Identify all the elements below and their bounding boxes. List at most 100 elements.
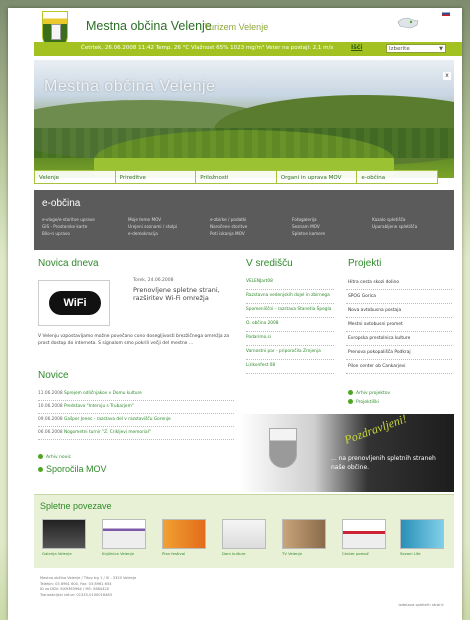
list-item[interactable]: Razstavna vedenjskih dojel in zbirnega	[246, 290, 334, 304]
footer: Mestna občina Velenje / Titov trg 1 / SI…	[34, 570, 454, 610]
page: Mestna občina Velenje Turizem Velenje Če…	[8, 8, 462, 620]
projects-link-label: Projektiški	[356, 400, 379, 405]
eobcina-link[interactable]: Urejeni seznami / stolpi	[128, 223, 177, 230]
news-item-link[interactable]: Nogometni turnir "Z. Crikljevi memorial"	[64, 430, 151, 435]
list-item[interactable]: Mestni avtobusni promet	[346, 318, 452, 332]
footer-credit[interactable]: Izdelava spletnih strani:	[399, 602, 444, 607]
spotlight-list: VELENJart08 Razstavna vedenjskih dojel i…	[246, 276, 334, 374]
link-caption[interactable]: Galerija Velenje	[42, 551, 92, 556]
list-item[interactable]: Spomeniščni - razstava Stanetia Špegla	[246, 304, 334, 318]
news-item-date: 11.06.2008	[38, 391, 63, 396]
link-caption[interactable]: Sezoni Life	[400, 551, 450, 556]
list-item[interactable]: Podarimo.si	[246, 332, 334, 346]
link-thumb-center[interactable]	[342, 519, 386, 549]
news-of-day-title: Novica dneva	[38, 258, 99, 269]
eobcina-link[interactable]: Poti iskanja MOV	[210, 230, 247, 237]
eobcina-panel: e-občina e-vloge/e-storitve uprave GIS -…	[34, 190, 454, 250]
mov-messages-link[interactable]: Sporočila MOV	[38, 464, 107, 474]
close-icon[interactable]: x	[443, 72, 451, 80]
projects-archive-link[interactable]: Arhiv projektov	[348, 389, 390, 398]
eobcina-link[interactable]: e-demokracija	[128, 230, 177, 237]
spotlight-column: V središču VELENJart08 Razstavna vedenjs…	[246, 256, 338, 416]
search-link[interactable]: Išči	[351, 44, 362, 51]
bullet-icon	[38, 454, 43, 459]
link-caption[interactable]: Plan festival	[162, 551, 212, 556]
link-caption[interactable]: Dom kulture	[222, 551, 272, 556]
list-item[interactable]: 10.06.2008 Predstava "Intervju s Trubarj…	[38, 401, 234, 414]
eobcina-link[interactable]: Fotogalerija	[292, 216, 325, 223]
novice-list: 11.06.2008 Sprejem odličnjakov v Domu ku…	[38, 388, 234, 440]
eobcina-link[interactable]: Bilo-n upravo	[42, 230, 95, 237]
list-item[interactable]: 11.06.2008 Sprejem odličnjakov v Domu ku…	[38, 388, 234, 401]
projects-link[interactable]: Projektiški	[348, 398, 390, 407]
eobcina-col-4: Fotogalerija Seznam MOV Spletne kamere	[292, 216, 325, 237]
footer-address: Mestna občina Velenje / Titov trg 1 / SI…	[40, 576, 136, 598]
chevron-down-icon: ▼	[439, 46, 443, 52]
info-bar: Četrtek, 26.06.2008 11:42 Temp. 26 °C Vl…	[34, 42, 462, 56]
list-item[interactable]: VELENJart08	[246, 276, 334, 290]
link-thumb-life[interactable]	[400, 519, 444, 549]
bullet-icon	[38, 467, 43, 473]
list-item[interactable]: SPOG Gorica	[346, 290, 452, 304]
news-item-link[interactable]: Predstava "Intervju s Trubarjem"	[64, 404, 134, 409]
news-headline[interactable]: Prenovljene spletne strani, razširitev W…	[133, 286, 233, 302]
news-item-date: 06.06.2008	[38, 430, 63, 435]
banner-crest	[269, 428, 297, 468]
eobcina-link[interactable]: e-vloge/e-storitve uprave	[42, 216, 95, 223]
list-item[interactable]: Lirikonfest 08	[246, 360, 334, 374]
wifi-image[interactable]: WiFi	[38, 280, 110, 326]
list-item[interactable]: Evropska prestolnica kulture	[346, 332, 452, 346]
link-caption[interactable]: Center pomoč	[342, 551, 392, 556]
site-title[interactable]: Mestna občina Velenje	[86, 19, 212, 33]
eobcina-link[interactable]: Moje teme MOV	[128, 216, 177, 223]
list-item[interactable]: Varnostni par - priporočila Zrnjenja	[246, 346, 334, 360]
nav-item-eobcina[interactable]: e-občina	[357, 171, 437, 183]
web-links-title: Spletne povezave	[40, 501, 112, 511]
nav-item-priloznosti[interactable]: Priložnosti	[196, 171, 277, 183]
projects-column: Projekti Hitra cesta skozi dolino SPOG G…	[346, 256, 454, 416]
eobcina-col-3: e-zbirke / podatki Naročene storitve Pot…	[210, 216, 247, 237]
wifi-logo: WiFi	[49, 291, 101, 315]
link-caption[interactable]: TV Velenje	[282, 551, 332, 556]
list-item[interactable]: Hitra cesta skozi dolino	[346, 276, 452, 290]
eobcina-link[interactable]: e-zbirke / podatki	[210, 216, 247, 223]
link-thumb-tv-velenje[interactable]	[282, 519, 326, 549]
news-item-link[interactable]: Sprejem odličnjakov v Domu kulture	[64, 391, 142, 396]
quick-select-value: Izberite	[389, 46, 410, 52]
link-thumb-knjiznica[interactable]	[102, 519, 146, 549]
eobcina-link[interactable]: Kazalo spletišča	[372, 216, 417, 223]
novice-title: Novice	[38, 370, 69, 381]
quick-select[interactable]: Izberite ▼	[386, 44, 446, 53]
welcome-banner[interactable]: Pozdravljeni! ... na prenovljenih spletn…	[239, 414, 454, 492]
list-item[interactable]: 06.06.2008 Nogometni turnir "Z. Crikljev…	[38, 427, 234, 440]
news-item-link[interactable]: Gašper Jenec - razstava del v razstavišč…	[64, 417, 171, 422]
list-item[interactable]: Prenova pokopališča Podkraj	[346, 346, 452, 360]
link-thumb-festival[interactable]	[162, 519, 206, 549]
list-item[interactable]: O. občina 2008	[246, 318, 334, 332]
site-subtitle-link[interactable]: Turizem Velenje	[204, 22, 268, 32]
list-item[interactable]: Nova avtobusna postaja	[346, 304, 452, 318]
language-flag-icon[interactable]	[442, 11, 450, 16]
link-thumb-dom-kulture[interactable]	[222, 519, 266, 549]
eobcina-title: e-občina	[42, 198, 81, 209]
nav-item-prireditve[interactable]: Prireditve	[116, 171, 197, 183]
nav-item-organi[interactable]: Organi in uprava MOV	[277, 171, 358, 183]
eobcina-link[interactable]: Naročene storitve	[210, 223, 247, 230]
news-archive-link[interactable]: Arhiv novic	[38, 454, 71, 460]
eobcina-link[interactable]: Seznam MOV	[292, 223, 325, 230]
web-links-section: Spletne povezave Galerija Velenje Knjižn…	[34, 494, 454, 568]
banner-text: ... na prenovljenih spletnih straneh naš…	[331, 455, 436, 471]
eobcina-link[interactable]: Spletne kamere	[292, 230, 325, 237]
eobcina-link[interactable]: GIS - Prostorske karte	[42, 223, 95, 230]
mov-messages-label: Sporočila MOV	[46, 464, 107, 474]
list-item[interactable]: 09.06.2008 Gašper Jenec - razstava del v…	[38, 414, 234, 427]
eobcina-link[interactable]: Uporabljene spletišča	[372, 223, 417, 230]
link-caption[interactable]: Knjižnica Velenje	[102, 551, 152, 556]
projects-links: Arhiv projektov Projektiški	[348, 389, 390, 407]
nav-item-velenje[interactable]: Velenje	[35, 171, 116, 183]
list-item[interactable]: Pilon center ob Cankarjevi	[346, 360, 452, 374]
bullet-icon	[348, 390, 353, 395]
main-nav: Velenje Prireditve Priložnosti Organi in…	[34, 170, 438, 184]
link-thumb-galerija[interactable]	[42, 519, 86, 549]
eobcina-col-1: e-vloge/e-storitve uprave GIS - Prostors…	[42, 216, 95, 237]
